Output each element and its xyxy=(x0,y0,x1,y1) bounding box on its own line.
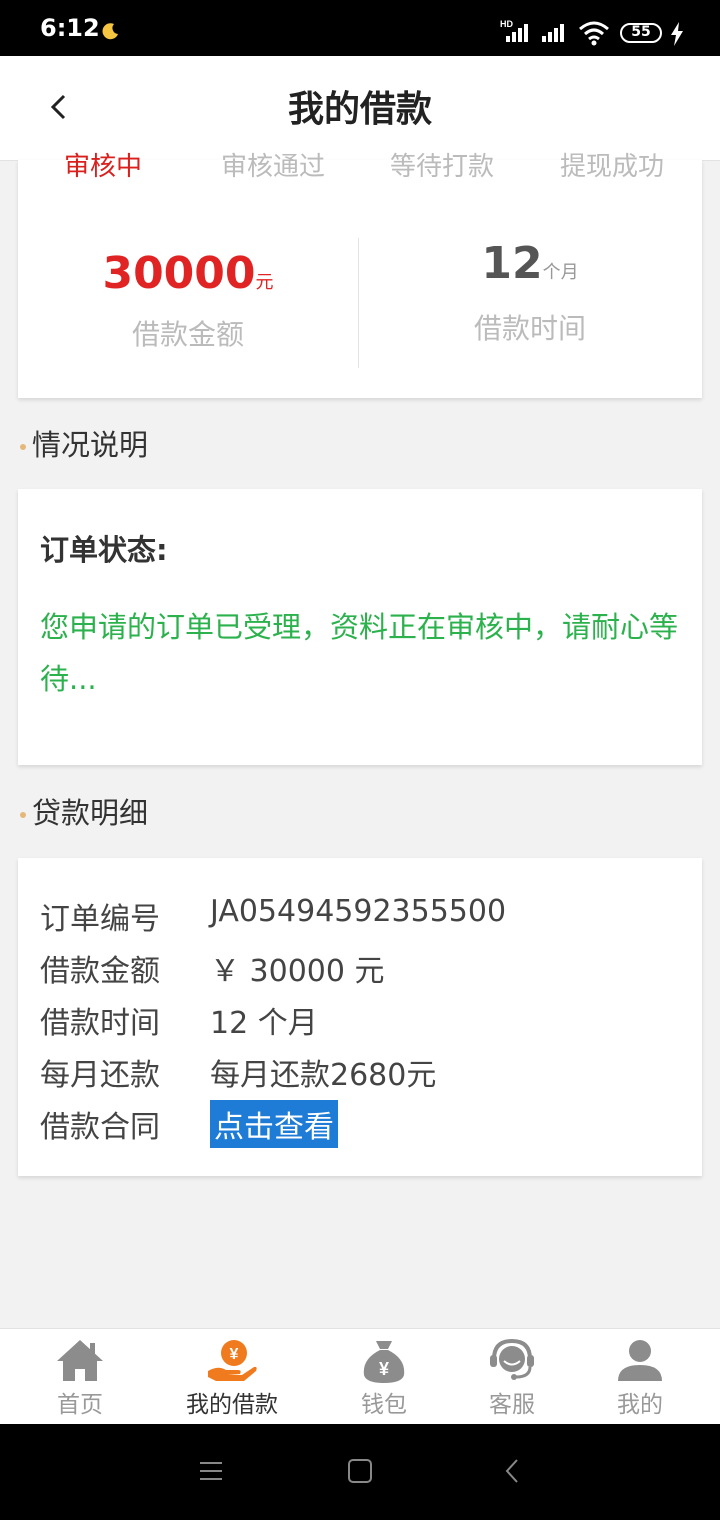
order-status-card: 订单状态: 您申请的订单已受理，资料正在审核中，请耐心等待... xyxy=(18,489,702,765)
view-contract-link[interactable]: 点击查看 xyxy=(210,1100,338,1148)
order-number-value: JA05494592355500 xyxy=(210,894,507,929)
contract-label: 借款合同 xyxy=(40,1110,160,1145)
tab-me-label: 我的 xyxy=(617,1392,663,1418)
user-icon xyxy=(618,1340,662,1381)
status-section-title: 情况说明 xyxy=(20,422,148,464)
loan-term-unit: 个月 xyxy=(542,262,579,283)
detail-section-title: 贷款明细 xyxy=(20,790,148,832)
loan-detail-card: 订单编号 JA05494592355500 借款金额 ￥ 30000 元 借款时… xyxy=(18,858,702,1176)
tab-wallet-label: 钱包 xyxy=(361,1392,407,1418)
back-nav-icon[interactable] xyxy=(500,1458,526,1484)
svg-text:HD: HD xyxy=(500,19,513,29)
status-time: 6:12 xyxy=(40,14,100,42)
home-nav-icon[interactable] xyxy=(347,1458,373,1484)
loan-summary-card: 审核中 审核通过 等待打款 提现成功 30000元 借款金额 12个月 借款时间 xyxy=(18,152,702,398)
system-nav-bar xyxy=(0,1424,720,1520)
signal-icon xyxy=(542,24,564,42)
svg-text:¥: ¥ xyxy=(379,1359,389,1379)
status-section-label: 情况说明 xyxy=(32,428,149,462)
step-approved: 审核通过 xyxy=(221,152,326,180)
step-withdrawn: 提现成功 xyxy=(560,152,665,180)
loan-term-value: 12 xyxy=(481,238,543,289)
tab-customer-service-label: 客服 xyxy=(489,1392,535,1418)
battery-icon: 55 xyxy=(620,23,662,43)
signal-hd-icon: HD xyxy=(500,19,528,42)
order-number-label: 订单编号 xyxy=(40,902,160,937)
detail-amount-label: 借款金额 xyxy=(40,954,160,989)
menu-icon[interactable] xyxy=(198,1458,224,1484)
detail-term-label: 借款时间 xyxy=(40,1006,160,1041)
bottom-tab-bar: 首页 ¥ 我的借款 ¥ 钱包 客服 我的 xyxy=(0,1328,720,1425)
battery-level: 55 xyxy=(631,24,651,40)
home-icon xyxy=(57,1340,103,1381)
order-status-heading: 订单状态: xyxy=(40,533,168,567)
money-bag-icon: ¥ xyxy=(363,1341,405,1383)
loan-amount-unit: 元 xyxy=(255,272,274,293)
loan-amount-value: 30000 xyxy=(102,248,256,299)
loan-term-label: 借款时间 xyxy=(473,312,586,345)
tab-home-label: 首页 xyxy=(57,1392,103,1418)
moon-icon xyxy=(102,23,118,40)
loan-amount-label: 借款金额 xyxy=(131,318,244,351)
tab-home[interactable]: 首页 xyxy=(16,1329,144,1425)
svg-text:¥: ¥ xyxy=(230,1346,239,1363)
tab-wallet[interactable]: ¥ 钱包 xyxy=(320,1329,448,1425)
tab-customer-service[interactable]: 客服 xyxy=(448,1329,576,1425)
section-bullet xyxy=(20,812,26,818)
step-awaiting-payment: 等待打款 xyxy=(390,152,495,180)
charging-icon xyxy=(671,22,683,46)
section-bullet xyxy=(20,444,26,450)
tab-my-loans[interactable]: ¥ 我的借款 xyxy=(168,1329,296,1425)
summary-divider xyxy=(358,238,359,368)
detail-section-label: 贷款明细 xyxy=(32,796,149,830)
status-bar: 6:12 HD 55 xyxy=(0,0,720,56)
wifi-icon xyxy=(579,21,609,46)
tab-me[interactable]: 我的 xyxy=(576,1329,704,1425)
monthly-payment-value: 每月还款2680元 xyxy=(210,1058,437,1093)
loan-amount-block: 30000元 借款金额 xyxy=(18,248,358,353)
loan-hand-icon: ¥ xyxy=(208,1340,257,1381)
customer-service-icon xyxy=(490,1338,534,1380)
detail-term-value: 12 个月 xyxy=(210,1006,318,1041)
progress-steps: 审核中 审核通过 等待打款 提现成功 xyxy=(18,146,702,180)
loan-term-block: 12个月 借款时间 xyxy=(360,238,700,347)
page-title: 我的借款 xyxy=(287,89,432,130)
order-status-message: 您申请的订单已受理，资料正在审核中，请耐心等待... xyxy=(40,610,679,696)
tab-my-loans-label: 我的借款 xyxy=(186,1392,278,1418)
monthly-payment-label: 每月还款 xyxy=(40,1058,160,1093)
step-reviewing: 审核中 xyxy=(64,152,143,180)
detail-amount-value: ￥ 30000 元 xyxy=(210,954,385,989)
